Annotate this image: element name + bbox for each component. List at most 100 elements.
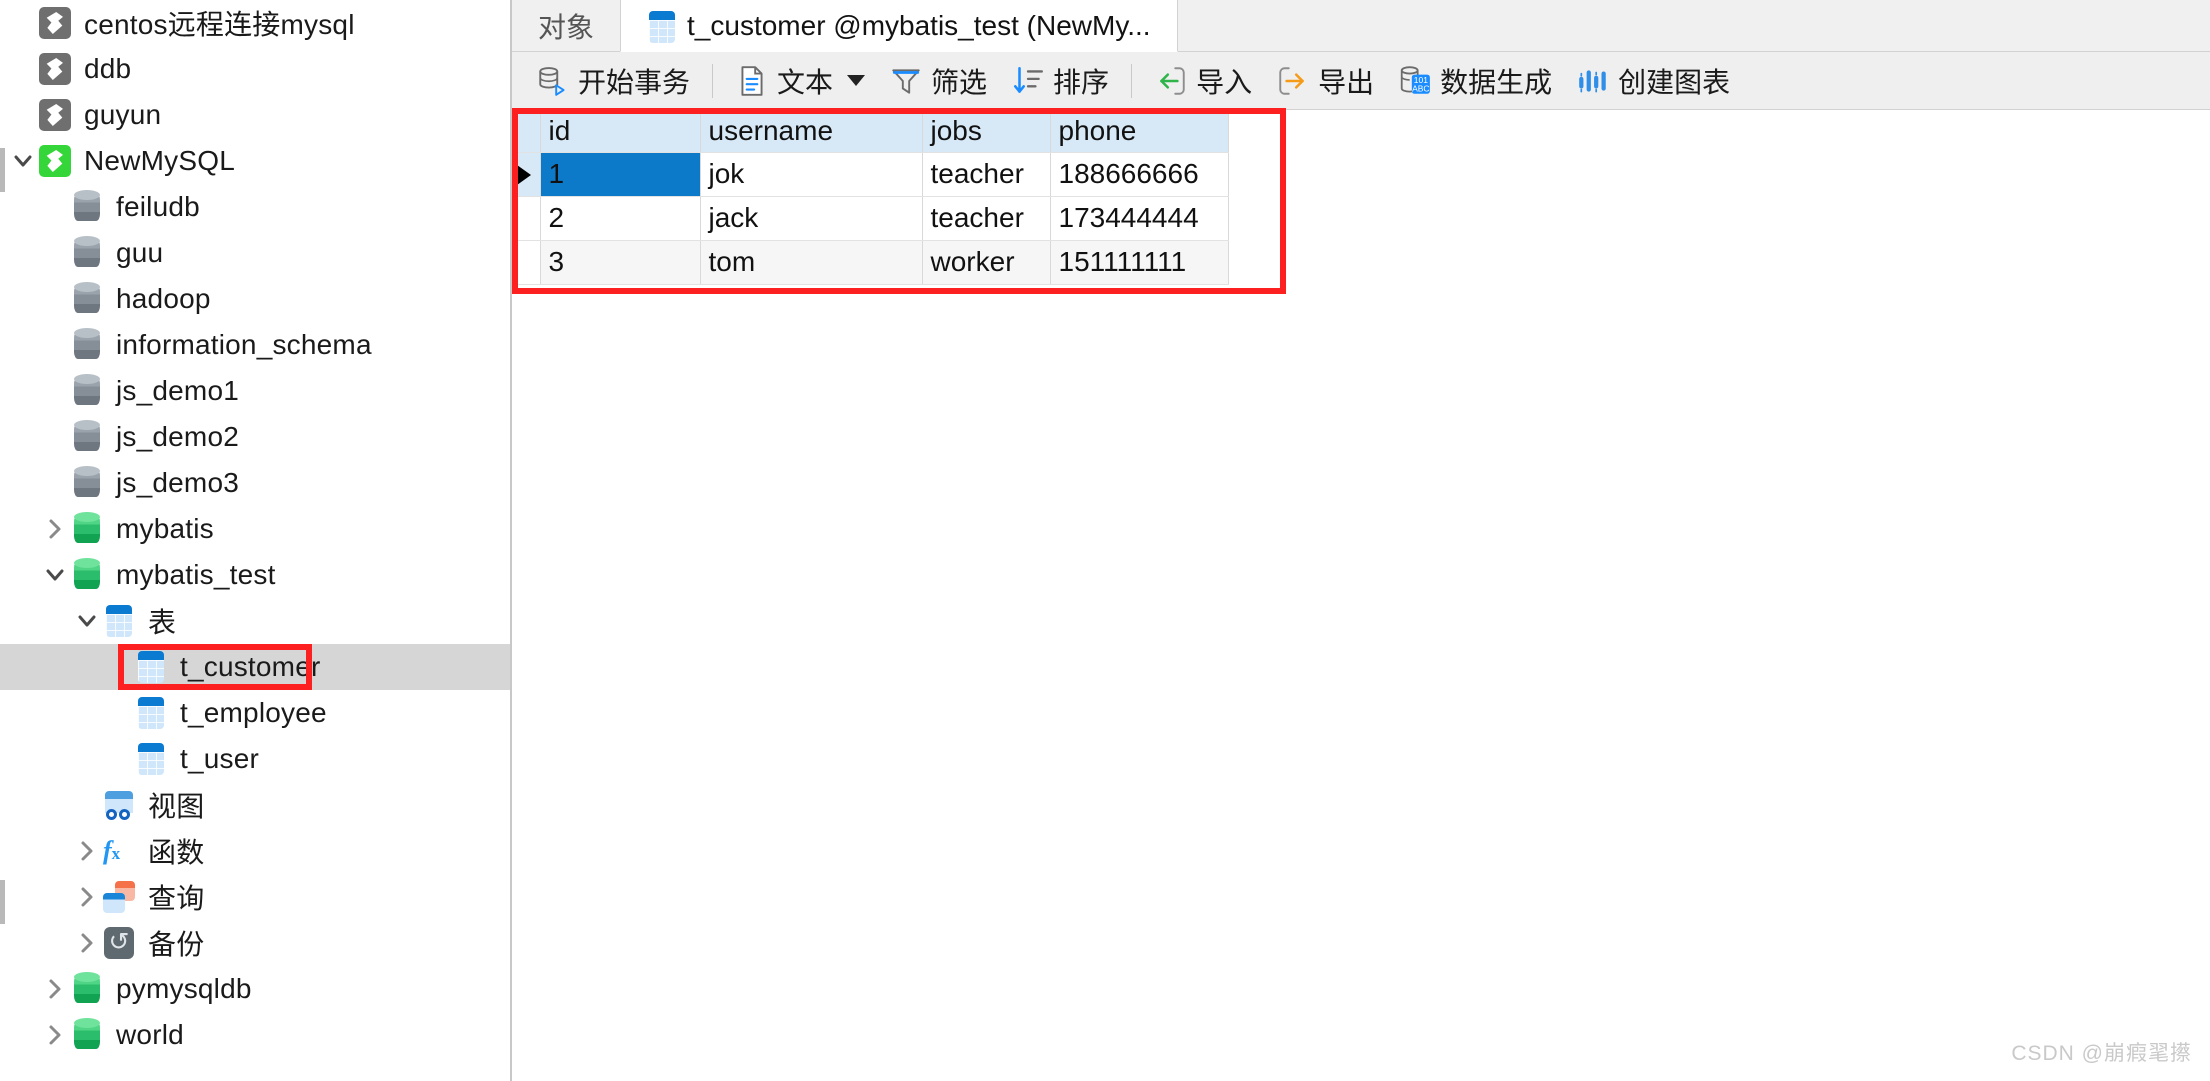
tree-item-[interactable]: 视图 (0, 782, 510, 828)
toolbar-button-label: 文本 (777, 66, 834, 98)
data-generation-icon: 101ABC (1400, 65, 1430, 94)
database-tree[interactable]: centos远程连接mysql ddb guyun NewMySQL feiludb gu… (0, 0, 510, 1058)
tree-item-icon (70, 972, 104, 1006)
tree-item-icon (134, 696, 168, 730)
grid-cell-phone[interactable]: 151111111 (1050, 240, 1229, 285)
grid-row-marker[interactable] (512, 196, 541, 241)
tree-item-[interactable]: 表 (0, 598, 510, 644)
toolbar-button-create-chart[interactable]: 创建图表 (1564, 57, 1742, 105)
data-grid-container[interactable]: id username jobs phone 1 jok teacher 188666666… (512, 108, 2210, 294)
grid-column-header-jobs[interactable]: jobs (922, 110, 1051, 153)
connection-icon (39, 145, 71, 177)
tree-item-world[interactable]: world (0, 1012, 510, 1058)
backup-icon (104, 924, 134, 960)
tree-item-[interactable]: 查询 (0, 874, 510, 920)
toolbar-button-sort[interactable]: 排序 (999, 57, 1121, 105)
chevron-down-icon[interactable] (40, 552, 70, 598)
table-icon (136, 743, 166, 775)
chevron-right-icon[interactable] (72, 828, 102, 874)
grid-cell-id[interactable]: 2 (540, 196, 701, 241)
tree-item-pymysqldb[interactable]: pymysqldb (0, 966, 510, 1012)
tree-item-information_schema[interactable]: information_schema (0, 322, 510, 368)
object-tree-sidebar[interactable]: centos远程连接mysql ddb guyun NewMySQL feiludb gu… (0, 0, 512, 1081)
tab-bar[interactable]: 对象 t_customer @mybatis_test (NewMy... (512, 0, 2210, 52)
grid-cell-username[interactable]: jack (700, 196, 923, 241)
grid-cell-username[interactable]: tom (700, 240, 923, 285)
grid-toolbar[interactable]: 开始事务 文本 筛选 排序 导入 导出 101 ABC 数据生成 创建图表 (512, 52, 2210, 110)
grid-cell-phone[interactable]: 188666666 (1050, 152, 1229, 197)
tree-item-label: NewMySQL (84, 145, 235, 176)
tree-item-guyun[interactable]: guyun (0, 92, 510, 138)
database-icon (72, 1018, 102, 1052)
main-panel: 对象 t_customer @mybatis_test (NewMy... 开始事… (512, 0, 2210, 1081)
table-row[interactable]: 2 jack teacher 173444444 (512, 196, 1229, 241)
filter-funnel-icon (892, 68, 920, 94)
tree-item-mybatis[interactable]: mybatis (0, 506, 510, 552)
grid-cell-phone[interactable]: 173444444 (1050, 196, 1229, 241)
tree-item-label: t_customer (180, 651, 321, 682)
tree-item-label: guyun (84, 99, 162, 130)
toolbar-button-begin-transaction[interactable]: 开始事务 (524, 57, 702, 105)
tree-item-feiludb[interactable]: feiludb (0, 184, 510, 230)
tree-item-label: js_demo3 (116, 467, 240, 498)
grid-cell-id[interactable]: 3 (540, 240, 701, 285)
query-icon (103, 881, 135, 913)
grid-cell-id[interactable]: 1 (540, 152, 701, 197)
table-icon (136, 651, 166, 683)
tab-table-data[interactable]: t_customer @mybatis_test (NewMy... (620, 0, 1178, 52)
chevron-right-icon[interactable] (40, 1012, 70, 1058)
tree-item-guu[interactable]: guu (0, 230, 510, 276)
tree-item-label: 查询 (148, 883, 205, 914)
chevron-down-icon[interactable] (72, 598, 102, 644)
tree-item-t_user[interactable]: t_user (0, 736, 510, 782)
grid-header-row: id username jobs phone (512, 110, 1229, 153)
tree-item-t_employee[interactable]: t_employee (0, 690, 510, 736)
table-row[interactable]: 3 tom worker 151111111 (512, 240, 1229, 285)
data-grid[interactable]: id username jobs phone 1 jok teacher 188666666… (512, 110, 1229, 285)
tree-item-label: information_schema (116, 329, 372, 360)
tree-item-js_demo1[interactable]: js_demo1 (0, 368, 510, 414)
chevron-down-icon[interactable] (8, 138, 38, 184)
grid-cell-username[interactable]: jok (700, 152, 923, 197)
grid-cell-jobs[interactable]: worker (922, 240, 1051, 285)
tree-item-ddb[interactable]: ddb (0, 46, 510, 92)
tree-item-js_demo3[interactable]: js_demo3 (0, 460, 510, 506)
grid-body[interactable]: 1 jok teacher 188666666 2 jack teacher 17344444… (512, 152, 1229, 285)
grid-column-header-phone[interactable]: phone (1050, 110, 1229, 153)
database-icon (72, 374, 102, 408)
toolbar-button-import[interactable]: 导入 (1142, 57, 1264, 105)
tree-item-centosmysql[interactable]: centos远程连接mysql (0, 0, 510, 46)
chevron-right-icon[interactable] (72, 920, 102, 966)
tree-item-js_demo2[interactable]: js_demo2 (0, 414, 510, 460)
grid-column-header-id[interactable]: id (540, 110, 701, 153)
toolbar-button-text-document[interactable]: 文本 (723, 57, 877, 105)
table-row[interactable]: 1 jok teacher 188666666 (512, 152, 1229, 197)
tree-item-t_customer[interactable]: t_customer (0, 644, 510, 690)
tree-item-[interactable]: fx 函数 (0, 828, 510, 874)
table-icon (136, 697, 166, 729)
tree-item-hadoop[interactable]: hadoop (0, 276, 510, 322)
chevron-right-icon[interactable] (72, 874, 102, 920)
grid-cell-jobs[interactable]: teacher (922, 196, 1051, 241)
twisty-placeholder (104, 644, 134, 690)
toolbar-button-export[interactable]: 导出 (1264, 57, 1386, 105)
tree-item-NewMySQL[interactable]: NewMySQL (0, 138, 510, 184)
tab-objects[interactable]: 对象 (512, 0, 620, 51)
grid-row-marker[interactable] (512, 240, 541, 285)
grid-column-header-username[interactable]: username (700, 110, 923, 153)
chevron-right-icon[interactable] (40, 966, 70, 1012)
toolbar-button-label: 创建图表 (1618, 66, 1731, 98)
toolbar-separator (1131, 63, 1133, 98)
table-icon (647, 10, 676, 43)
grid-cell-jobs[interactable]: teacher (922, 152, 1051, 197)
tree-item-icon (102, 604, 136, 638)
chevron-right-icon[interactable] (40, 506, 70, 552)
tree-item-label: t_user (180, 743, 260, 774)
grid-row-marker[interactable] (512, 152, 541, 197)
tree-item-[interactable]: 备份 (0, 920, 510, 966)
toolbar-separator (712, 63, 714, 98)
toolbar-button-filter-funnel[interactable]: 筛选 (877, 57, 999, 105)
tree-item-mybatis_test[interactable]: mybatis_test (0, 552, 510, 598)
chevron-down-icon[interactable] (847, 75, 866, 86)
toolbar-button-data-generation[interactable]: 101 ABC 数据生成 (1386, 57, 1564, 105)
